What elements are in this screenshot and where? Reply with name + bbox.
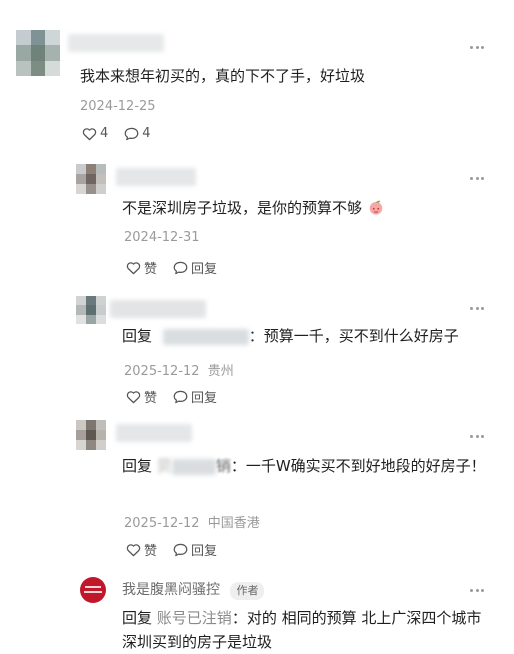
more-dots-icon[interactable] bbox=[470, 46, 484, 50]
reply-target[interactable]: 账号已注销 bbox=[157, 609, 232, 627]
reply-button[interactable]: 回复 bbox=[173, 540, 217, 559]
reply-count: 4 bbox=[142, 126, 151, 141]
avatar[interactable] bbox=[76, 420, 106, 450]
reply-label: 回复 bbox=[191, 391, 218, 406]
comment-text-body: ：一千W确实买不到好地段的好房子！ bbox=[230, 457, 486, 475]
username-redacted[interactable] bbox=[116, 424, 192, 442]
more-dots-icon[interactable] bbox=[470, 307, 484, 311]
comment-meta: 2025-12-12 贵州 bbox=[124, 360, 234, 379]
reply-prefix: 回复 bbox=[122, 327, 153, 345]
comment-text-body: 不是深圳房子垃圾，是你的预算不够 bbox=[122, 199, 363, 217]
comment-3: 回复 ：预算一千，买不到什么好房子 2025-12-12 贵州 赞 回复 bbox=[0, 280, 514, 410]
comment-date: 2024-12-31 bbox=[124, 230, 200, 245]
peach-emoji-icon bbox=[369, 200, 383, 215]
heart-outline-icon bbox=[126, 390, 141, 403]
comment-location: 贵州 bbox=[207, 364, 234, 379]
like-button[interactable]: 赞 bbox=[126, 387, 157, 406]
comment-5: 我是腹黑闷骚控 作者 回复 账号已注销：对的 相同的预算 北上广深四个城市 深圳… bbox=[0, 565, 514, 651]
like-button[interactable]: 赞 bbox=[126, 258, 157, 277]
like-button[interactable]: 赞 bbox=[126, 540, 157, 559]
comment-actions: 赞 回复 bbox=[126, 387, 233, 406]
comment-text: 我本来想年初买的，真的下不了手，好垃圾 bbox=[80, 67, 366, 85]
speech-bubble-icon bbox=[173, 543, 188, 556]
more-dots-icon[interactable] bbox=[470, 435, 484, 439]
comment-text: 回复 账号已注销：对的 相同的预算 北上广深四个城市 深圳买到的房子是垃圾 bbox=[122, 606, 482, 654]
more-dots-icon[interactable] bbox=[470, 589, 484, 593]
comment-actions: 赞 回复 bbox=[126, 540, 233, 559]
username-redacted[interactable] bbox=[116, 168, 196, 186]
speech-bubble-icon bbox=[173, 261, 188, 274]
reply-target-redacted[interactable] bbox=[162, 328, 249, 345]
username: 我是腹黑闷骚控 bbox=[122, 582, 220, 598]
like-label: 赞 bbox=[144, 262, 158, 277]
reply-target-redacted[interactable] bbox=[171, 458, 216, 475]
heart-outline-icon bbox=[82, 127, 97, 140]
comment-text-body: ：预算一千，买不到什么好房子 bbox=[248, 327, 459, 345]
comment-date: 2025-12-12 bbox=[124, 364, 200, 379]
comment-text: 回复 ：预算一千，买不到什么好房子 bbox=[122, 324, 459, 348]
author-avatar[interactable] bbox=[80, 577, 106, 603]
reply-target-suffix[interactable]: 销 bbox=[216, 457, 231, 475]
author-badge: 作者 bbox=[230, 582, 265, 600]
like-button[interactable]: 4 bbox=[82, 126, 108, 141]
comment-actions: 4 4 bbox=[82, 126, 167, 141]
reply-button[interactable]: 4 bbox=[124, 126, 151, 141]
comment-actions: 赞 回复 bbox=[126, 258, 233, 277]
heart-outline-icon bbox=[126, 543, 141, 556]
comment-text: 回复 贝 销：一千W确实买不到好地段的好房子！ bbox=[122, 454, 494, 478]
comment-2: 不是深圳房子垃圾，是你的预算不够 2024-12-31 赞 回复 bbox=[0, 150, 514, 280]
like-label: 赞 bbox=[144, 544, 158, 559]
reply-button[interactable]: 回复 bbox=[173, 387, 217, 406]
reply-prefix: 回复 bbox=[122, 457, 153, 475]
comment-location: 中国香港 bbox=[207, 516, 260, 531]
speech-bubble-icon bbox=[124, 127, 139, 140]
avatar[interactable] bbox=[16, 30, 60, 76]
reply-label: 回复 bbox=[191, 544, 218, 559]
reply-label: 回复 bbox=[191, 262, 218, 277]
comment-1: 我本来想年初买的，真的下不了手，好垃圾 2024-12-25 4 4 bbox=[0, 0, 514, 150]
heart-outline-icon bbox=[126, 261, 141, 274]
comment-text: 不是深圳房子垃圾，是你的预算不够 bbox=[122, 196, 385, 220]
speech-bubble-icon bbox=[173, 390, 188, 403]
username-redacted[interactable] bbox=[68, 34, 164, 52]
comment-date: 2024-12-25 bbox=[80, 99, 156, 114]
more-dots-icon[interactable] bbox=[470, 177, 484, 181]
like-count: 4 bbox=[100, 126, 109, 141]
reply-button[interactable]: 回复 bbox=[173, 258, 217, 277]
reply-target-fragment[interactable]: 贝 bbox=[157, 457, 172, 475]
like-label: 赞 bbox=[144, 391, 158, 406]
reply-prefix: 回复 bbox=[122, 609, 153, 627]
username-redacted[interactable] bbox=[110, 300, 206, 318]
comment-meta: 2025-12-12 中国香港 bbox=[124, 512, 260, 531]
avatar[interactable] bbox=[76, 296, 106, 324]
comment-4: 回复 贝 销：一千W确实买不到好地段的好房子！ 2025-12-12 中国香港 赞… bbox=[0, 410, 514, 565]
avatar[interactable] bbox=[76, 164, 106, 194]
author-username[interactable]: 我是腹黑闷骚控 作者 bbox=[122, 579, 265, 600]
comment-date: 2025-12-12 bbox=[124, 516, 200, 531]
